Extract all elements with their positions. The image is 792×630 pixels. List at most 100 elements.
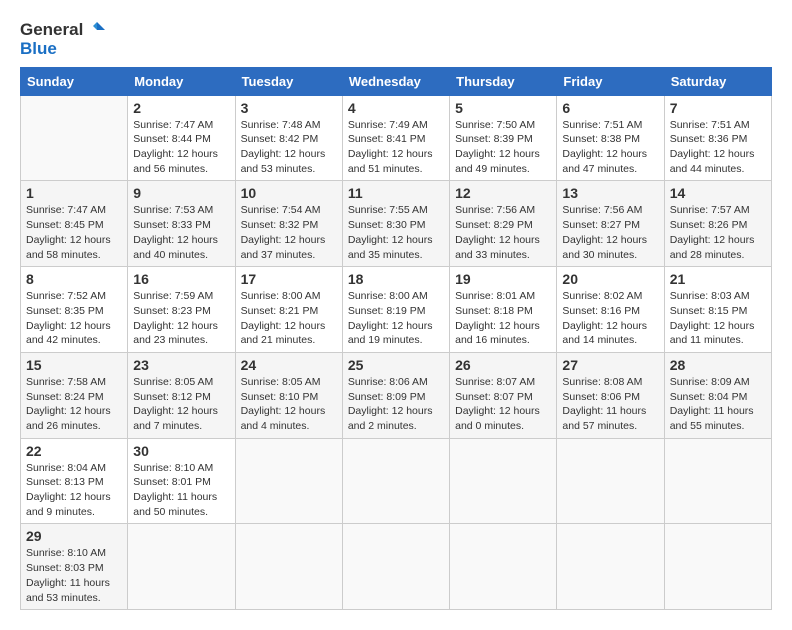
day-info: Sunrise: 8:01 AMSunset: 8:18 PMDaylight:… [455, 289, 551, 348]
day-info: Sunrise: 7:54 AMSunset: 8:32 PMDaylight:… [241, 203, 337, 262]
calendar-day-cell: 26 Sunrise: 8:07 AMSunset: 8:07 PMDayligh… [450, 352, 557, 438]
calendar-day-cell: 11 Sunrise: 7:55 AMSunset: 8:30 PMDayligh… [342, 181, 449, 267]
day-number: 7 [670, 100, 766, 116]
calendar-day-cell: 13 Sunrise: 7:56 AMSunset: 8:27 PMDayligh… [557, 181, 664, 267]
day-number: 26 [455, 357, 551, 373]
calendar-day-cell: 8Sunrise: 7:52 AMSunset: 8:35 PMDaylight… [21, 267, 128, 353]
calendar-day-cell [664, 524, 771, 610]
day-number: 22 [26, 443, 122, 459]
calendar-day-cell: 1 Sunrise: 7:47 AMSunset: 8:45 PMDaylight… [21, 181, 128, 267]
calendar-day-cell [128, 524, 235, 610]
day-info: Sunrise: 8:04 AMSunset: 8:13 PMDaylight:… [26, 461, 122, 520]
day-info: Sunrise: 8:00 AMSunset: 8:21 PMDaylight:… [241, 289, 337, 348]
header-friday: Friday [557, 67, 664, 95]
day-info: Sunrise: 8:06 AMSunset: 8:09 PMDaylight:… [348, 375, 444, 434]
calendar-day-cell [557, 438, 664, 524]
calendar-week-row: 15Sunrise: 7:58 AMSunset: 8:24 PMDayligh… [21, 352, 772, 438]
calendar-day-cell: 12Sunrise: 7:56 AMSunset: 8:29 PMDayligh… [450, 181, 557, 267]
day-number: 25 [348, 357, 444, 373]
day-info: Sunrise: 7:56 AMSunset: 8:29 PMDaylight:… [455, 203, 551, 262]
day-number: 10 [241, 185, 337, 201]
calendar-day-cell: 4 Sunrise: 7:49 AMSunset: 8:41 PMDaylight… [342, 95, 449, 181]
calendar-day-cell: 6Sunrise: 7:51 AMSunset: 8:38 PMDaylight… [557, 95, 664, 181]
logo-bird-icon [87, 20, 107, 40]
day-number: 27 [562, 357, 658, 373]
day-info: Sunrise: 8:07 AMSunset: 8:07 PMDaylight:… [455, 375, 551, 434]
calendar-day-cell [664, 438, 771, 524]
calendar-day-cell: 29 Sunrise: 8:10 AMSunset: 8:03 PMDayligh… [21, 524, 128, 610]
calendar-week-row: 29 Sunrise: 8:10 AMSunset: 8:03 PMDayligh… [21, 524, 772, 610]
day-info: Sunrise: 8:00 AMSunset: 8:19 PMDaylight:… [348, 289, 444, 348]
day-info: Sunrise: 7:47 AMSunset: 8:45 PMDaylight:… [26, 203, 122, 262]
day-number: 18 [348, 271, 444, 287]
weekday-header-row: Sunday Monday Tuesday Wednesday Thursday… [21, 67, 772, 95]
day-number: 20 [562, 271, 658, 287]
day-info: Sunrise: 7:50 AMSunset: 8:39 PMDaylight:… [455, 118, 551, 177]
calendar-day-cell [21, 95, 128, 181]
day-info: Sunrise: 8:10 AMSunset: 8:01 PMDaylight:… [133, 461, 229, 520]
logo: General Blue [20, 20, 107, 59]
day-info: Sunrise: 7:57 AMSunset: 8:26 PMDaylight:… [670, 203, 766, 262]
calendar-day-cell [557, 524, 664, 610]
day-number: 21 [670, 271, 766, 287]
header-monday: Monday [128, 67, 235, 95]
calendar-day-cell: 28Sunrise: 8:09 AMSunset: 8:04 PMDayligh… [664, 352, 771, 438]
calendar-day-cell: 14 Sunrise: 7:57 AMSunset: 8:26 PMDayligh… [664, 181, 771, 267]
logo: General Blue [20, 20, 107, 59]
calendar-week-row: 2 Sunrise: 7:47 AMSunset: 8:44 PMDaylight… [21, 95, 772, 181]
calendar-day-cell: 23Sunrise: 8:05 AMSunset: 8:12 PMDayligh… [128, 352, 235, 438]
day-number: 23 [133, 357, 229, 373]
calendar-day-cell: 9 Sunrise: 7:53 AMSunset: 8:33 PMDaylight… [128, 181, 235, 267]
calendar-day-cell: 2 Sunrise: 7:47 AMSunset: 8:44 PMDaylight… [128, 95, 235, 181]
day-info: Sunrise: 7:55 AMSunset: 8:30 PMDaylight:… [348, 203, 444, 262]
calendar-day-cell: 22 Sunrise: 8:04 AMSunset: 8:13 PMDayligh… [21, 438, 128, 524]
day-number: 2 [133, 100, 229, 116]
header-thursday: Thursday [450, 67, 557, 95]
calendar-day-cell [235, 524, 342, 610]
day-info: Sunrise: 8:03 AMSunset: 8:15 PMDaylight:… [670, 289, 766, 348]
day-number: 30 [133, 443, 229, 459]
calendar-day-cell [450, 524, 557, 610]
day-number: 6 [562, 100, 658, 116]
day-info: Sunrise: 8:05 AMSunset: 8:10 PMDaylight:… [241, 375, 337, 434]
day-info: Sunrise: 8:09 AMSunset: 8:04 PMDaylight:… [670, 375, 766, 434]
calendar-day-cell: 25 Sunrise: 8:06 AMSunset: 8:09 PMDayligh… [342, 352, 449, 438]
calendar-day-cell: 24 Sunrise: 8:05 AMSunset: 8:10 PMDayligh… [235, 352, 342, 438]
day-number: 16 [133, 271, 229, 287]
day-number: 24 [241, 357, 337, 373]
day-info: Sunrise: 7:56 AMSunset: 8:27 PMDaylight:… [562, 203, 658, 262]
day-number: 5 [455, 100, 551, 116]
calendar-day-cell: 27 Sunrise: 8:08 AMSunset: 8:06 PMDayligh… [557, 352, 664, 438]
header-saturday: Saturday [664, 67, 771, 95]
day-info: Sunrise: 7:47 AMSunset: 8:44 PMDaylight:… [133, 118, 229, 177]
day-number: 11 [348, 185, 444, 201]
header-wednesday: Wednesday [342, 67, 449, 95]
day-number: 13 [562, 185, 658, 201]
calendar-day-cell: 18 Sunrise: 8:00 AMSunset: 8:19 PMDayligh… [342, 267, 449, 353]
day-number: 4 [348, 100, 444, 116]
day-info: Sunrise: 7:58 AMSunset: 8:24 PMDaylight:… [26, 375, 122, 434]
calendar-day-cell: 17Sunrise: 8:00 AMSunset: 8:21 PMDayligh… [235, 267, 342, 353]
calendar-day-cell [342, 524, 449, 610]
calendar-day-cell: 19Sunrise: 8:01 AMSunset: 8:18 PMDayligh… [450, 267, 557, 353]
day-info: Sunrise: 8:08 AMSunset: 8:06 PMDaylight:… [562, 375, 658, 434]
day-info: Sunrise: 7:53 AMSunset: 8:33 PMDaylight:… [133, 203, 229, 262]
day-info: Sunrise: 7:52 AMSunset: 8:35 PMDaylight:… [26, 289, 122, 348]
day-number: 3 [241, 100, 337, 116]
calendar-week-row: 1 Sunrise: 7:47 AMSunset: 8:45 PMDaylight… [21, 181, 772, 267]
day-number: 9 [133, 185, 229, 201]
day-info: Sunrise: 8:10 AMSunset: 8:03 PMDaylight:… [26, 546, 122, 605]
calendar-table: Sunday Monday Tuesday Wednesday Thursday… [20, 67, 772, 611]
day-number: 29 [26, 528, 122, 544]
day-number: 14 [670, 185, 766, 201]
day-info: Sunrise: 7:49 AMSunset: 8:41 PMDaylight:… [348, 118, 444, 177]
day-info: Sunrise: 7:51 AMSunset: 8:36 PMDaylight:… [670, 118, 766, 177]
calendar-day-cell: 3 Sunrise: 7:48 AMSunset: 8:42 PMDaylight… [235, 95, 342, 181]
calendar-day-cell [450, 438, 557, 524]
day-number: 1 [26, 185, 122, 201]
day-info: Sunrise: 7:48 AMSunset: 8:42 PMDaylight:… [241, 118, 337, 177]
calendar-week-row: 22 Sunrise: 8:04 AMSunset: 8:13 PMDayligh… [21, 438, 772, 524]
calendar-day-cell: 7 Sunrise: 7:51 AMSunset: 8:36 PMDaylight… [664, 95, 771, 181]
calendar-day-cell: 21 Sunrise: 8:03 AMSunset: 8:15 PMDayligh… [664, 267, 771, 353]
calendar-week-row: 8Sunrise: 7:52 AMSunset: 8:35 PMDaylight… [21, 267, 772, 353]
